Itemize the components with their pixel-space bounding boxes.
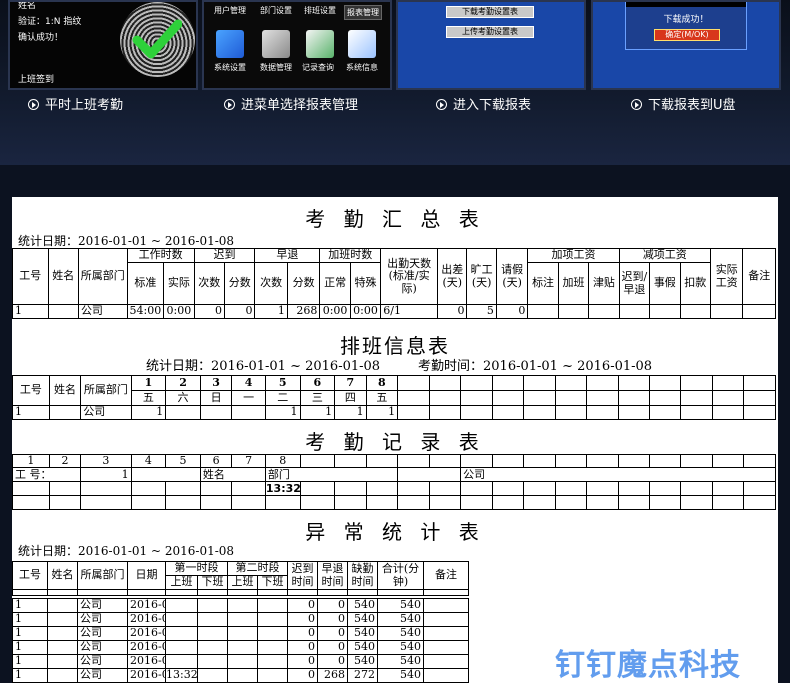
ok-button[interactable]: 确定(M/OK) <box>654 29 720 41</box>
table-row: 1公司2016-01-0100540540 <box>12 598 469 613</box>
checkmark-icon <box>132 19 182 59</box>
abnormal-table: 工号 姓名 所属部门 日期 第一时段 第二时段 迟到时间 早退时间 缺勤时间 合… <box>12 561 469 596</box>
system-info-icon[interactable] <box>348 30 376 58</box>
screen-line: 确认成功！ <box>18 33 64 43</box>
menu-shift-settings[interactable]: 排班设置 <box>304 5 336 16</box>
upload-settings-button[interactable]: 上传考勤设置表 <box>446 26 534 38</box>
icon-label: 数据管理 <box>260 63 292 72</box>
shift-period: 统计日期：2016-01-01 ~ 2016-01-08 <box>146 359 381 374</box>
record-table: 1 2 3 4 5 6 7 8 工 号： 1 姓名 部门 公司 13:32 <box>11 453 776 511</box>
caption-step-1: 平时上班考勤 <box>28 94 123 113</box>
play-icon <box>28 99 39 110</box>
screen-line: 姓名 <box>18 1 37 11</box>
shift-attendance-time: 考勤时间：2016-01-01 ~ 2016-01-08 <box>418 359 653 374</box>
abnormal-title: 异 常 统 计 表 <box>305 520 485 544</box>
screen-line: 上班签到 <box>18 75 55 85</box>
screen-main-menu: 用户管理 部门设置 排班设置 报表管理 系统设置 数据管理 记录查询 系统信息 <box>202 0 392 90</box>
menu-dept-settings[interactable]: 部门设置 <box>260 5 292 16</box>
table-row: 1 公司 1 1 1 1 1 <box>12 405 776 420</box>
caption-step-4: 下载报表到U盘 <box>631 94 736 113</box>
caption-step-3: 进入下载报表 <box>436 94 531 113</box>
table-row: 1公司2016-01-0400540540 <box>12 612 469 627</box>
summary-title: 考 勤 汇 总 表 <box>305 207 485 231</box>
download-settings-button[interactable]: 下载考勤设置表 <box>446 6 534 18</box>
menu-report-manage[interactable]: 报表管理 <box>344 5 382 20</box>
table-row: 1公司2016-01-0700540540 <box>12 654 469 669</box>
system-settings-icon[interactable] <box>216 30 244 58</box>
summary-period: 统计日期：2016-01-01 ~ 2016-01-08 <box>18 234 235 248</box>
table-row: 工 号： 1 姓名 部门 公司 <box>11 467 776 483</box>
screen-download-done: 下载成功！ 确定(M/OK) <box>591 0 781 90</box>
watermark: 钉钉魔点科技 <box>555 648 741 683</box>
table-row: 1公司2016-01-0600540540 <box>12 640 469 655</box>
summary-table: 工号 姓名 所属部门 工作时数 迟到 早退 加班时数 出勤天数(标准/实际) 出… <box>12 248 776 319</box>
screen-line: 验证：1:N 指纹 <box>18 17 82 27</box>
screen-clock-in: 姓名 验证：1:N 指纹 确认成功！ 上班签到 <box>8 0 198 90</box>
success-dialog: 下载成功！ 确定(M/OK) <box>625 2 747 50</box>
caption-step-2: 进菜单选择报表管理 <box>224 94 358 113</box>
menu-user-manage[interactable]: 用户管理 <box>214 5 246 16</box>
success-message: 下载成功！ <box>663 15 709 25</box>
record-query-icon[interactable] <box>306 30 334 58</box>
icon-label: 系统信息 <box>346 63 378 72</box>
abnormal-period: 统计日期：2016-01-01 ~ 2016-01-08 <box>18 544 235 558</box>
abnormal-rows: 1公司2016-01-01005405401公司2016-01-04005405… <box>12 598 469 683</box>
steps-strip: 姓名 验证：1:N 指纹 确认成功！ 上班签到 用户管理 部门设置 排班设置 报… <box>0 0 790 165</box>
data-manage-icon[interactable] <box>262 30 290 58</box>
screen-download-menu: 下载考勤设置表 上传考勤设置表 <box>396 0 586 90</box>
report-sheet: 考 勤 汇 总 表 统计日期：2016-01-01 ~ 2016-01-08 工… <box>11 197 778 683</box>
play-icon <box>436 99 447 110</box>
table-row: 13:32 <box>12 481 776 497</box>
icon-label: 记录查询 <box>302 63 334 72</box>
play-icon <box>224 99 235 110</box>
table-row: 1公司2016-01-0500540540 <box>12 626 469 641</box>
icon-label: 系统设置 <box>214 63 246 72</box>
shift-title: 排班信息表 <box>340 334 450 358</box>
shift-table: 工号 姓名 所属部门 1 2 3 4 5 6 7 8 五 六 日 一 二 三 四… <box>12 375 776 420</box>
record-title: 考 勤 记 录 表 <box>305 430 485 454</box>
table-row: 1 公司 54:00 0:00 0 0 1 268 0:00 0:00 6/1 … <box>12 304 776 319</box>
table-row: 1公司2016-01-0813:320268272540 <box>12 668 469 683</box>
play-icon <box>631 99 642 110</box>
